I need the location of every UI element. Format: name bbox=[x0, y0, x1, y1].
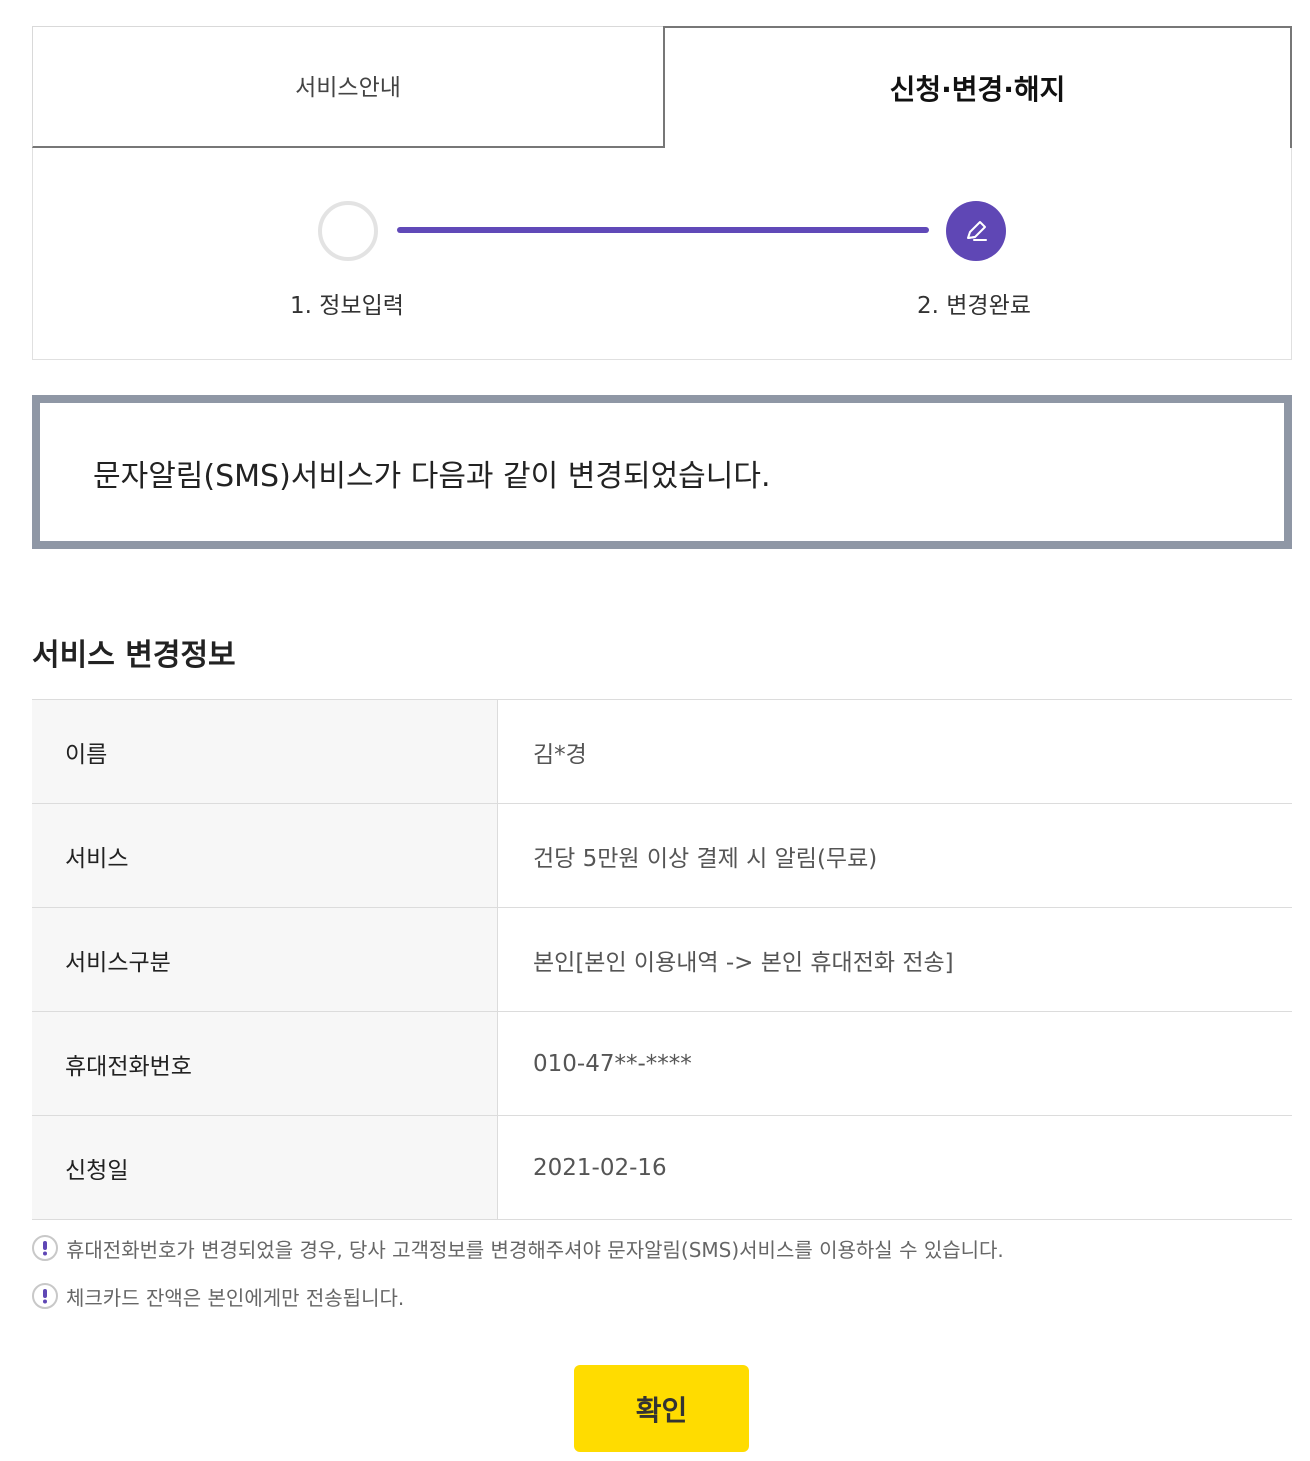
step-1-circle bbox=[318, 201, 378, 261]
row-label: 서비스구분 bbox=[32, 908, 498, 1011]
exclamation-icon bbox=[32, 1283, 58, 1309]
pencil-icon bbox=[967, 221, 987, 241]
table-row: 이름 김*경 bbox=[32, 700, 1292, 804]
row-label: 휴대전화번호 bbox=[32, 1012, 498, 1115]
row-value: 김*경 bbox=[533, 741, 587, 768]
table-row: 서비스 건당 5만원 이상 결제 시 알림(무료) bbox=[32, 804, 1292, 908]
row-label: 이름 bbox=[32, 700, 498, 803]
tab-service-info-label: 서비스안내 bbox=[295, 74, 401, 101]
step-2-label: 2. 변경완료 bbox=[917, 293, 1031, 319]
note-item: 휴대전화번호가 변경되었을 경우, 당사 고객정보를 변경해주셔야 문자알림(S… bbox=[32, 1234, 1004, 1262]
tab-service-info[interactable]: 서비스안내 bbox=[32, 26, 663, 148]
exclamation-icon bbox=[32, 1235, 58, 1261]
row-value: 2021-02-16 bbox=[533, 1154, 667, 1181]
tab-apply-change-cancel[interactable]: 신청·변경·해지 bbox=[663, 26, 1292, 148]
tab-bar: 서비스안내 신청·변경·해지 bbox=[32, 26, 1292, 148]
result-notice-message: 문자알림(SMS)서비스가 다음과 같이 변경되었습니다. bbox=[93, 459, 771, 494]
table-row: 휴대전화번호 010-47**-**** bbox=[32, 1012, 1292, 1116]
row-value: 건당 5만원 이상 결제 시 알림(무료) bbox=[533, 845, 878, 872]
step-2-circle bbox=[946, 201, 1006, 261]
tab-apply-change-cancel-label: 신청·변경·해지 bbox=[889, 73, 1066, 106]
note-item: 체크카드 잔액은 본인에게만 전송됩니다. bbox=[32, 1282, 1004, 1310]
confirm-button[interactable]: 확인 bbox=[574, 1365, 749, 1452]
step-1-label: 1. 정보입력 bbox=[290, 293, 404, 319]
row-value: 본인[본인 이용내역 -> 본인 휴대전화 전송] bbox=[533, 949, 954, 976]
note-text: 휴대전화번호가 변경되었을 경우, 당사 고객정보를 변경해주셔야 문자알림(S… bbox=[66, 1237, 1004, 1262]
step-progress-line bbox=[397, 227, 929, 233]
notes-list: 휴대전화번호가 변경되었을 경우, 당사 고객정보를 변경해주셔야 문자알림(S… bbox=[32, 1234, 1004, 1330]
table-row: 신청일 2021-02-16 bbox=[32, 1116, 1292, 1220]
table-row: 서비스구분 본인[본인 이용내역 -> 본인 휴대전화 전송] bbox=[32, 908, 1292, 1012]
row-label: 서비스 bbox=[32, 804, 498, 907]
progress-steps: 1. 정보입력 2. 변경완료 bbox=[32, 148, 1292, 360]
change-info-table: 이름 김*경 서비스 건당 5만원 이상 결제 시 알림(무료) 서비스구분 본… bbox=[32, 699, 1292, 1220]
note-text: 체크카드 잔액은 본인에게만 전송됩니다. bbox=[66, 1285, 405, 1310]
row-label: 신청일 bbox=[32, 1116, 498, 1219]
row-value: 010-47**-**** bbox=[533, 1050, 692, 1077]
result-notice-box: 문자알림(SMS)서비스가 다음과 같이 변경되었습니다. bbox=[32, 395, 1292, 549]
section-title: 서비스 변경정보 bbox=[32, 638, 236, 673]
